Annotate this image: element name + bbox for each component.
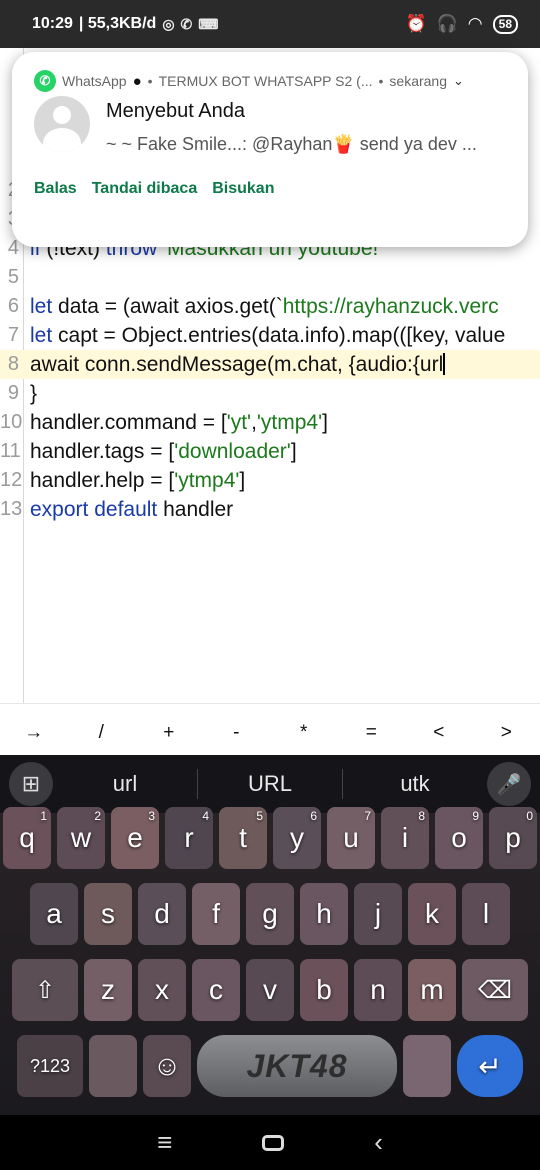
backspace-key[interactable]: ⌫ xyxy=(462,959,528,1021)
code-line[interactable]: 7 let capt = Object.entries(data.info).m… xyxy=(0,321,540,350)
notification-header: ✆ WhatsApp ● • TERMUX BOT WHATSAPP S2 (.… xyxy=(34,70,464,92)
suggestion-1[interactable]: url xyxy=(53,771,197,797)
suggestion-strip: ⊞ url URL utk 🎤 xyxy=(0,755,540,813)
shift-key[interactable]: ⇧ xyxy=(12,959,78,1021)
whatsapp-icon: ✆ xyxy=(34,70,56,92)
notification-time: sekarang xyxy=(389,73,447,89)
space-bar[interactable]: JKT48 xyxy=(197,1035,397,1097)
key-u[interactable]: u7 xyxy=(327,807,375,869)
network-speed: | 55,3KB/d xyxy=(78,15,157,32)
key-m[interactable]: m xyxy=(408,959,456,1021)
key-v[interactable]: v xyxy=(246,959,294,1021)
key-h[interactable]: h xyxy=(300,883,348,945)
key-row-2: asdfghjkl xyxy=(0,883,540,951)
soft-keyboard: ⊞ url URL utk 🎤 q1w2e3r4t5y6u7i8o9p0 asd… xyxy=(0,755,540,1115)
key-k[interactable]: k xyxy=(408,883,456,945)
symbols-key[interactable]: ?123 xyxy=(17,1035,83,1097)
extra-key-asterisk[interactable]: * xyxy=(270,704,338,755)
suggestion-2[interactable]: URL xyxy=(198,771,342,797)
extra-key-arrow[interactable]: → xyxy=(0,704,68,755)
key-r[interactable]: r4 xyxy=(165,807,213,869)
whatsapp-status-icon: ✆ xyxy=(180,15,193,32)
alarm-icon: ⏰ xyxy=(405,14,427,33)
key-row-4: ?123 ☺ JKT48 ↵ xyxy=(0,1035,540,1103)
key-t[interactable]: t5 xyxy=(219,807,267,869)
mark-read-button[interactable]: Tandai dibaca xyxy=(92,180,198,198)
headset-icon: 🎧 xyxy=(436,14,458,33)
navigation-bar: ≡ ‹ xyxy=(0,1115,540,1170)
enter-key[interactable]: ↵ xyxy=(457,1035,523,1097)
key-a[interactable]: a xyxy=(30,883,78,945)
clock: 10:29 xyxy=(32,15,73,32)
key-row-3: ⇧ zxcvbnm ⌫ xyxy=(0,959,540,1027)
key-q[interactable]: q1 xyxy=(3,807,51,869)
hotspot-icon: ◎ xyxy=(162,15,175,32)
home-icon[interactable] xyxy=(262,1134,285,1151)
key-l[interactable]: l xyxy=(462,883,510,945)
key-n[interactable]: n xyxy=(354,959,402,1021)
extra-key-plus[interactable]: + xyxy=(135,704,203,755)
code-line[interactable]: 5 xyxy=(0,263,540,292)
notification-title: Menyebut Anda xyxy=(106,100,245,122)
whatsapp-notification[interactable]: ✆ WhatsApp ● • TERMUX BOT WHATSAPP S2 (.… xyxy=(12,52,528,247)
key-i[interactable]: i8 xyxy=(381,807,429,869)
key-f[interactable]: f xyxy=(192,883,240,945)
key-b[interactable]: b xyxy=(300,959,348,1021)
extra-key-equals[interactable]: = xyxy=(338,704,406,755)
group-icon: ● xyxy=(132,72,142,90)
key-j[interactable]: j xyxy=(354,883,402,945)
wifi-icon: ◠ xyxy=(467,14,483,33)
key-row-1: q1w2e3r4t5y6u7i8o9p0 xyxy=(0,807,540,875)
key-x[interactable]: x xyxy=(138,959,186,1021)
recents-icon[interactable]: ≡ xyxy=(157,1127,172,1158)
apps-grid-icon[interactable]: ⊞ xyxy=(9,762,53,806)
key-c[interactable]: c xyxy=(192,959,240,1021)
extra-key-less-than[interactable]: < xyxy=(405,704,473,755)
key-e[interactable]: e3 xyxy=(111,807,159,869)
battery-indicator: 58 xyxy=(492,14,518,34)
code-line[interactable]: 6 let data = (await axios.get(`https://r… xyxy=(0,292,540,321)
keyboard-theme-key[interactable] xyxy=(403,1035,451,1097)
back-icon[interactable]: ‹ xyxy=(374,1127,383,1158)
code-line-active[interactable]: 8 await conn.sendMessage(m.chat, {audio:… xyxy=(0,350,540,379)
extra-key-greater-than[interactable]: > xyxy=(473,704,540,755)
keyboard-theme-key[interactable] xyxy=(89,1035,137,1097)
code-line[interactable]: 9 } xyxy=(0,379,540,408)
key-o[interactable]: o9 xyxy=(435,807,483,869)
key-g[interactable]: g xyxy=(246,883,294,945)
key-z[interactable]: z xyxy=(84,959,132,1021)
avatar xyxy=(34,96,90,152)
text-cursor xyxy=(443,353,446,375)
key-w[interactable]: w2 xyxy=(57,807,105,869)
notification-group-name: TERMUX BOT WHATSAPP S2 (... xyxy=(158,73,373,89)
keyboard-status-icon: ⌨ xyxy=(198,15,219,32)
microphone-icon[interactable]: 🎤 xyxy=(487,762,531,806)
notification-message: ~ ~ Fake Smile...: @Rayhan🍟 send ya dev … xyxy=(106,134,477,154)
notification-actions: Balas Tandai dibaca Bisukan xyxy=(34,180,274,198)
suggestion-3[interactable]: utk xyxy=(343,771,487,797)
extra-keys-bar: → / + - * = < > xyxy=(0,703,540,755)
extra-key-slash[interactable]: / xyxy=(68,704,136,755)
code-line[interactable]: 12 handler.help = ['ytmp4'] xyxy=(0,466,540,495)
notification-app-name: WhatsApp xyxy=(62,73,127,89)
screen: 10:29 | 55,3KB/d ◎ ✆ ⌨ ⏰ 🎧 ◠ 58 2 3 4 if… xyxy=(0,0,540,1170)
key-s[interactable]: s xyxy=(84,883,132,945)
extra-key-minus[interactable]: - xyxy=(203,704,271,755)
chevron-down-icon[interactable]: ⌄ xyxy=(453,73,464,89)
key-p[interactable]: p0 xyxy=(489,807,537,869)
code-line[interactable]: 10 handler.command = ['yt','ytmp4'] xyxy=(0,408,540,437)
reply-button[interactable]: Balas xyxy=(34,180,77,198)
status-bar: 10:29 | 55,3KB/d ◎ ✆ ⌨ ⏰ 🎧 ◠ 58 xyxy=(0,0,540,48)
key-d[interactable]: d xyxy=(138,883,186,945)
code-line[interactable]: 11 handler.tags = ['downloader'] xyxy=(0,437,540,466)
emoji-icon[interactable]: ☺ xyxy=(143,1035,191,1097)
code-line[interactable]: 13 export default handler xyxy=(0,495,540,524)
key-y[interactable]: y6 xyxy=(273,807,321,869)
mute-button[interactable]: Bisukan xyxy=(212,180,274,198)
